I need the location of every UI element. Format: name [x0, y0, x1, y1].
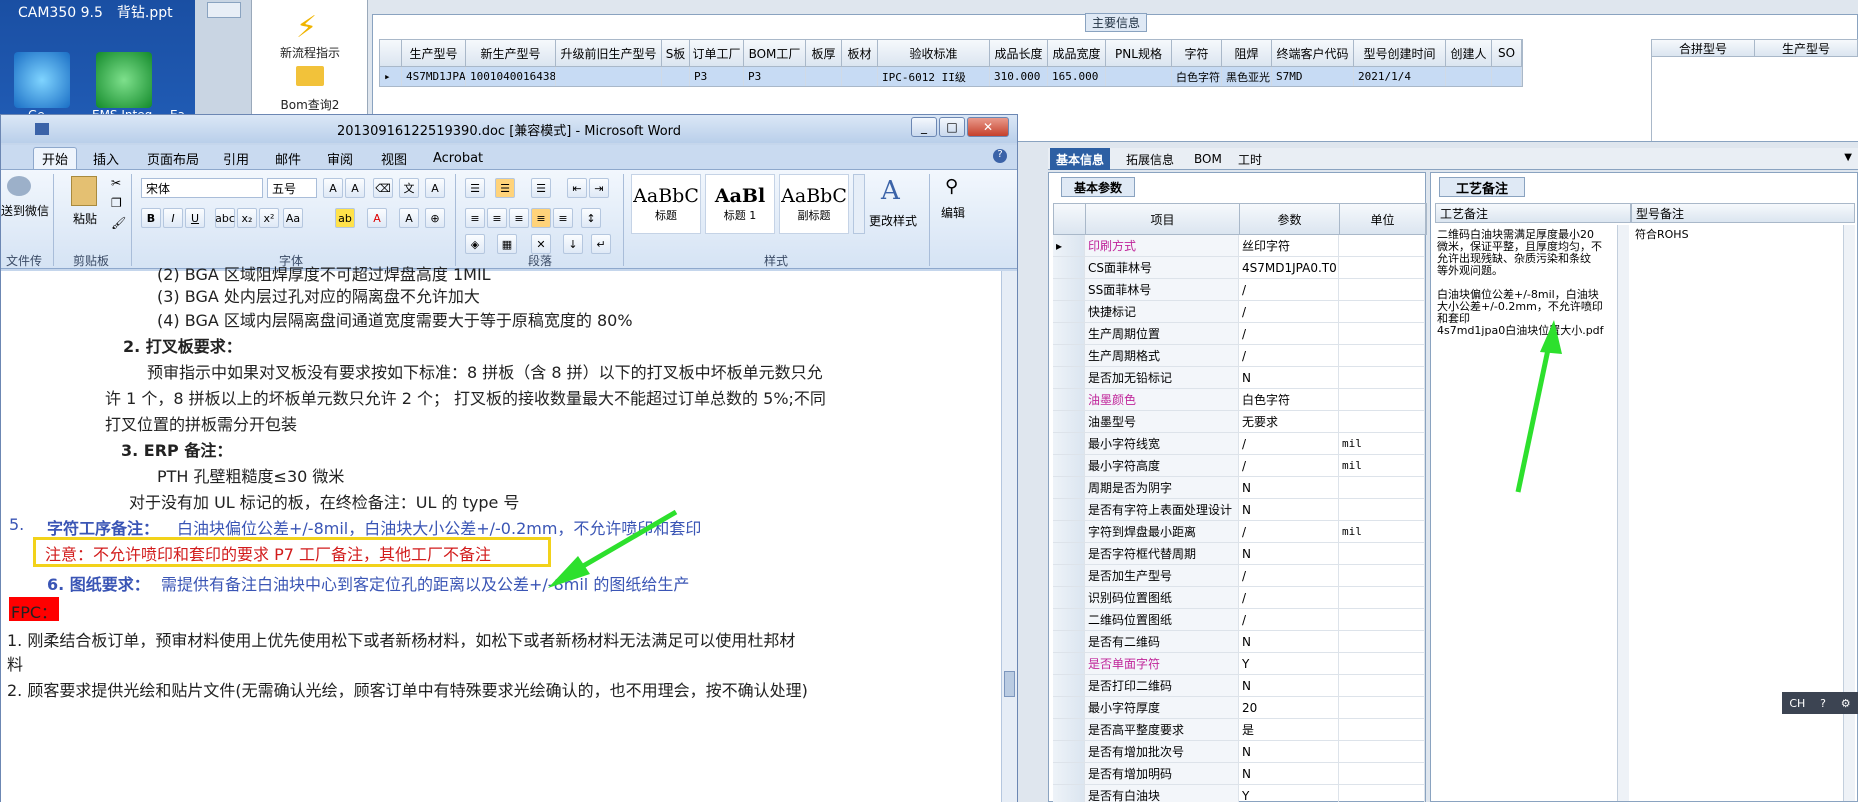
ime-toolbar[interactable]: CH ? ⚙ — [1782, 692, 1858, 714]
arrow-line-right — [1515, 339, 1553, 493]
ime-lang[interactable]: CH — [1789, 697, 1805, 710]
help-icon[interactable]: ? — [1820, 697, 1826, 710]
arrow-head-left — [548, 556, 590, 588]
arrow-head-right — [1540, 320, 1562, 354]
annotation-arrows — [548, 320, 1562, 588]
settings-icon[interactable]: ⚙ — [1841, 697, 1851, 710]
